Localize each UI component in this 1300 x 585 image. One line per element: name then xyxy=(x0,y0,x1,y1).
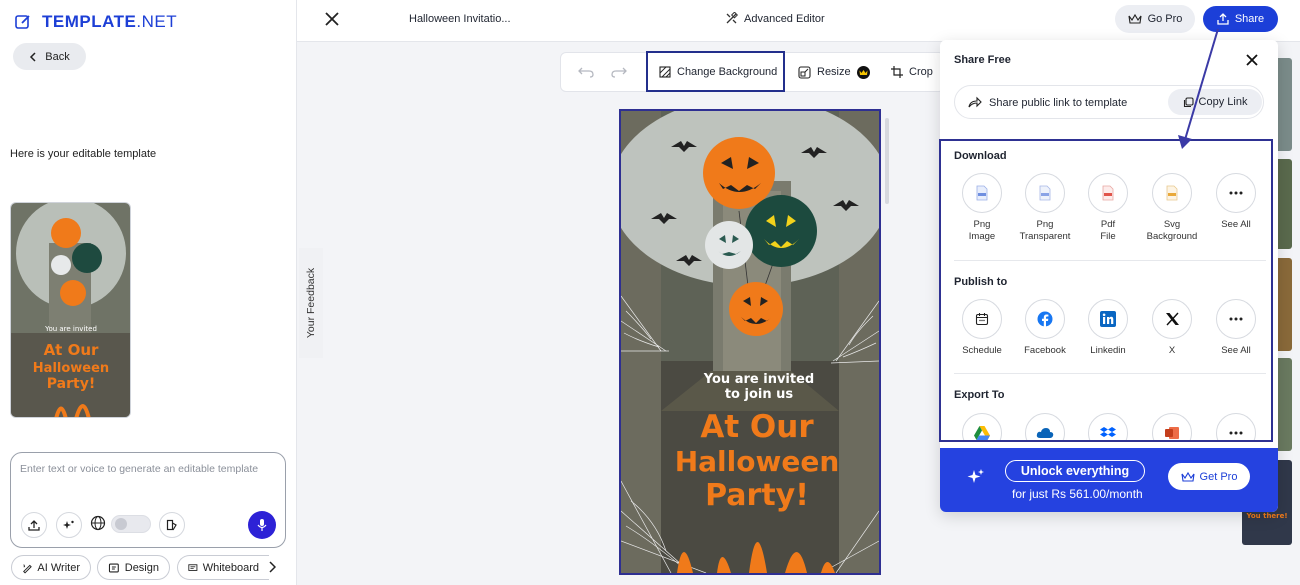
brand-kit-icon xyxy=(166,519,177,531)
design-label: Design xyxy=(124,561,159,574)
upload-button[interactable] xyxy=(21,512,47,538)
flyer-invite-line1: You are invited xyxy=(703,372,814,387)
ai-enhance-button[interactable] xyxy=(56,512,82,538)
svg-text:At Our: At Our xyxy=(44,341,99,359)
crop-label: Crop xyxy=(909,66,933,78)
get-pro-label: Get Pro xyxy=(1199,470,1238,483)
logo-bold: TEMPLATE xyxy=(42,12,137,31)
flyer-invite-line2: to join us xyxy=(725,387,794,402)
go-pro-label: Go Pro xyxy=(1147,13,1183,25)
ai-writer-label: AI Writer xyxy=(37,561,80,574)
feedback-tab[interactable]: Your Feedback xyxy=(299,248,323,358)
get-pro-button[interactable]: Get Pro xyxy=(1168,463,1250,490)
edit-icon xyxy=(15,15,30,29)
share-upload-icon xyxy=(1217,13,1229,25)
design-chip[interactable]: Design xyxy=(97,555,170,580)
whiteboard-icon xyxy=(188,563,198,571)
unlock-title: Unlock everything xyxy=(1005,460,1145,482)
design-icon xyxy=(108,563,119,572)
template-thumbnail[interactable]: You are invited At Our Halloween Party! xyxy=(10,202,131,418)
back-label: Back xyxy=(45,50,70,63)
resize-button[interactable]: Resize xyxy=(798,53,870,91)
microphone-icon xyxy=(257,519,267,531)
green-balloon-icon xyxy=(745,195,817,267)
whiteboard-chip[interactable]: Whiteboard xyxy=(177,555,269,580)
logo-text: TEMPLATE.NET xyxy=(42,12,177,32)
small-orange-balloon-icon xyxy=(729,282,783,336)
pro-badge-icon xyxy=(856,65,870,79)
white-balloon-icon xyxy=(705,221,753,269)
close-editor-icon[interactable] xyxy=(324,11,340,27)
language-toggle[interactable] xyxy=(111,515,151,533)
toggle-knob xyxy=(115,518,127,530)
ai-writer-chip[interactable]: AI Writer xyxy=(11,555,91,580)
chips-scroll-right-button[interactable] xyxy=(263,558,281,576)
back-button[interactable]: Back xyxy=(13,43,86,70)
prompt-input[interactable] xyxy=(20,463,270,493)
whiteboard-label: Whiteboard xyxy=(202,561,259,574)
document-title[interactable]: Halloween Invitatio... xyxy=(409,13,511,25)
feedback-label: Your Feedback xyxy=(305,267,317,339)
logo[interactable]: TEMPLATE.NET xyxy=(14,12,177,32)
globe-icon[interactable] xyxy=(90,515,106,531)
orange-balloon-icon xyxy=(703,137,775,209)
flyer-headline-line2: Halloween xyxy=(675,445,840,478)
ai-writer-icon xyxy=(23,563,32,573)
svg-text:Halloween: Halloween xyxy=(33,361,109,376)
change-background-highlight xyxy=(646,51,785,92)
share-arrow-icon xyxy=(968,96,982,108)
upload-icon xyxy=(28,520,40,531)
crop-button[interactable]: Crop xyxy=(891,53,933,91)
redo-icon[interactable] xyxy=(611,66,627,78)
sparkle-icon xyxy=(63,520,74,529)
editable-template-note: Here is your editable template xyxy=(10,148,157,160)
svg-text:You are invited: You are invited xyxy=(44,325,97,333)
design-canvas[interactable]: You are invited to join us At Our Hallow… xyxy=(619,109,881,575)
strip-partial-text: You there! xyxy=(1246,512,1288,520)
logo-light: .NET xyxy=(136,12,178,31)
share-public-link-label: Share public link to template xyxy=(989,97,1128,109)
tools-icon xyxy=(726,12,738,24)
share-panel-title: Share Free xyxy=(954,54,1011,66)
crown-icon xyxy=(1128,13,1142,24)
brand-kit-button[interactable] xyxy=(159,512,185,538)
resize-label: Resize xyxy=(817,66,851,78)
flyer-headline-line3: Party! xyxy=(705,478,809,513)
advanced-editor-button[interactable]: Advanced Editor xyxy=(725,12,825,25)
crop-icon xyxy=(891,66,903,78)
svg-text:Party!: Party! xyxy=(47,376,95,392)
crown-icon xyxy=(1181,471,1195,482)
left-panel: TEMPLATE.NET Back Here is your editable … xyxy=(0,0,297,585)
undo-icon[interactable] xyxy=(578,66,594,78)
annotation-arrow xyxy=(1178,28,1219,149)
prompt-box xyxy=(10,452,286,548)
close-icon[interactable] xyxy=(1245,53,1259,67)
canvas-scrollbar[interactable] xyxy=(885,118,889,204)
unlock-subtitle: for just Rs 561.00/month xyxy=(1012,487,1143,501)
sparkle-icon xyxy=(967,469,984,483)
flyer-headline-line1: At Our xyxy=(700,409,814,445)
voice-input-button[interactable] xyxy=(248,511,276,539)
unlock-banner: Unlock everything for just Rs 561.00/mon… xyxy=(940,448,1278,512)
advanced-editor-label: Advanced Editor xyxy=(744,12,825,25)
share-options-highlight xyxy=(939,139,1273,442)
resize-icon xyxy=(798,65,811,79)
halloween-flyer: You are invited to join us At Our Hallow… xyxy=(621,111,879,573)
top-bar: Halloween Invitatio... Advanced Editor G… xyxy=(297,0,1300,42)
chevron-right-icon xyxy=(269,561,276,573)
share-label: Share xyxy=(1234,13,1265,25)
chevron-left-icon xyxy=(30,51,36,62)
